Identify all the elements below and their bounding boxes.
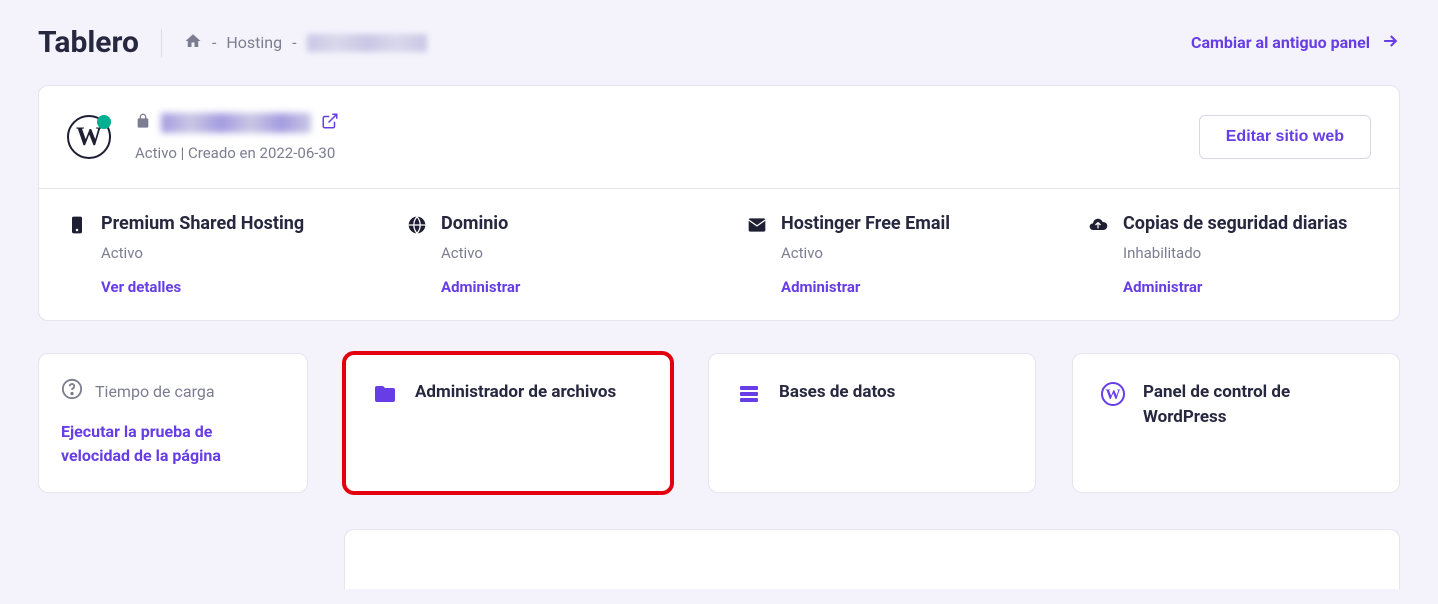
info-email: Hostinger Free Email Activo Administrar [719,189,1059,320]
info-backup: Copias de seguridad diarias Inhabilitado… [1059,189,1399,320]
run-speed-test-link[interactable]: Ejecutar la prueba de velocidad de la pá… [61,420,285,468]
wordpress-icon: W [1101,382,1125,410]
question-circle-icon[interactable] [61,378,83,404]
mail-icon [747,215,767,296]
status-dot-icon [97,115,111,129]
info-status: Activo [101,244,304,262]
breadcrumb-site-redacted [307,34,427,52]
info-link-manage[interactable]: Administrar [1123,278,1347,296]
info-link-manage[interactable]: Administrar [781,278,950,296]
tool-databases[interactable]: Bases de datos [708,353,1036,493]
info-status: Activo [441,244,520,262]
edit-site-button[interactable]: Editar sitio web [1199,115,1371,159]
switch-panel-link[interactable]: Cambiar al antiguo panel [1191,31,1400,55]
switch-panel-label: Cambiar al antiguo panel [1191,33,1370,52]
wordpress-badge: W [67,115,111,159]
info-domain: Dominio Activo Administrar [379,189,719,320]
cloud-backup-icon [1087,215,1109,296]
site-status: Activo | Creado en 2022-06-30 [135,144,339,162]
lock-icon [135,113,151,133]
info-link-manage[interactable]: Administrar [441,278,520,296]
tool-label: Panel de control de WordPress [1143,380,1371,429]
arrow-right-icon [1380,31,1400,55]
bottom-card [344,529,1400,589]
site-card: W Activo | Creado en 2022-06-30 Editar s… [38,85,1400,321]
breadcrumb-sep: - [292,33,296,52]
info-hosting: Premium Shared Hosting Activo Ver detall… [39,189,379,320]
info-title: Hostinger Free Email [781,213,950,234]
breadcrumb-sep: - [212,33,216,52]
database-icon [737,382,761,410]
tool-file-manager[interactable]: Administrador de archivos [344,353,672,493]
info-title: Dominio [441,213,520,234]
info-title: Premium Shared Hosting [101,213,304,234]
load-time-card: Tiempo de carga Ejecutar la prueba de ve… [38,353,308,493]
svg-text:W: W [1106,387,1121,403]
info-status: Activo [781,244,950,262]
folder-icon [373,382,397,410]
home-icon[interactable] [184,32,202,54]
info-link-details[interactable]: Ver detalles [101,278,304,296]
external-link-icon[interactable] [321,112,339,134]
breadcrumb-hosting[interactable]: Hosting [226,33,282,52]
tool-label: Administrador de archivos [415,380,616,405]
globe-icon [407,215,427,296]
site-url-redacted [161,113,311,133]
tool-label: Bases de datos [779,380,895,405]
server-icon [67,215,87,296]
info-title: Copias de seguridad diarias [1123,213,1347,234]
info-status: Inhabilitado [1123,244,1347,262]
load-time-heading: Tiempo de carga [95,382,215,401]
tool-wp-panel[interactable]: W Panel de control de WordPress [1072,353,1400,493]
page-title: Tablero [38,25,139,60]
breadcrumb: - Hosting - [161,29,427,57]
